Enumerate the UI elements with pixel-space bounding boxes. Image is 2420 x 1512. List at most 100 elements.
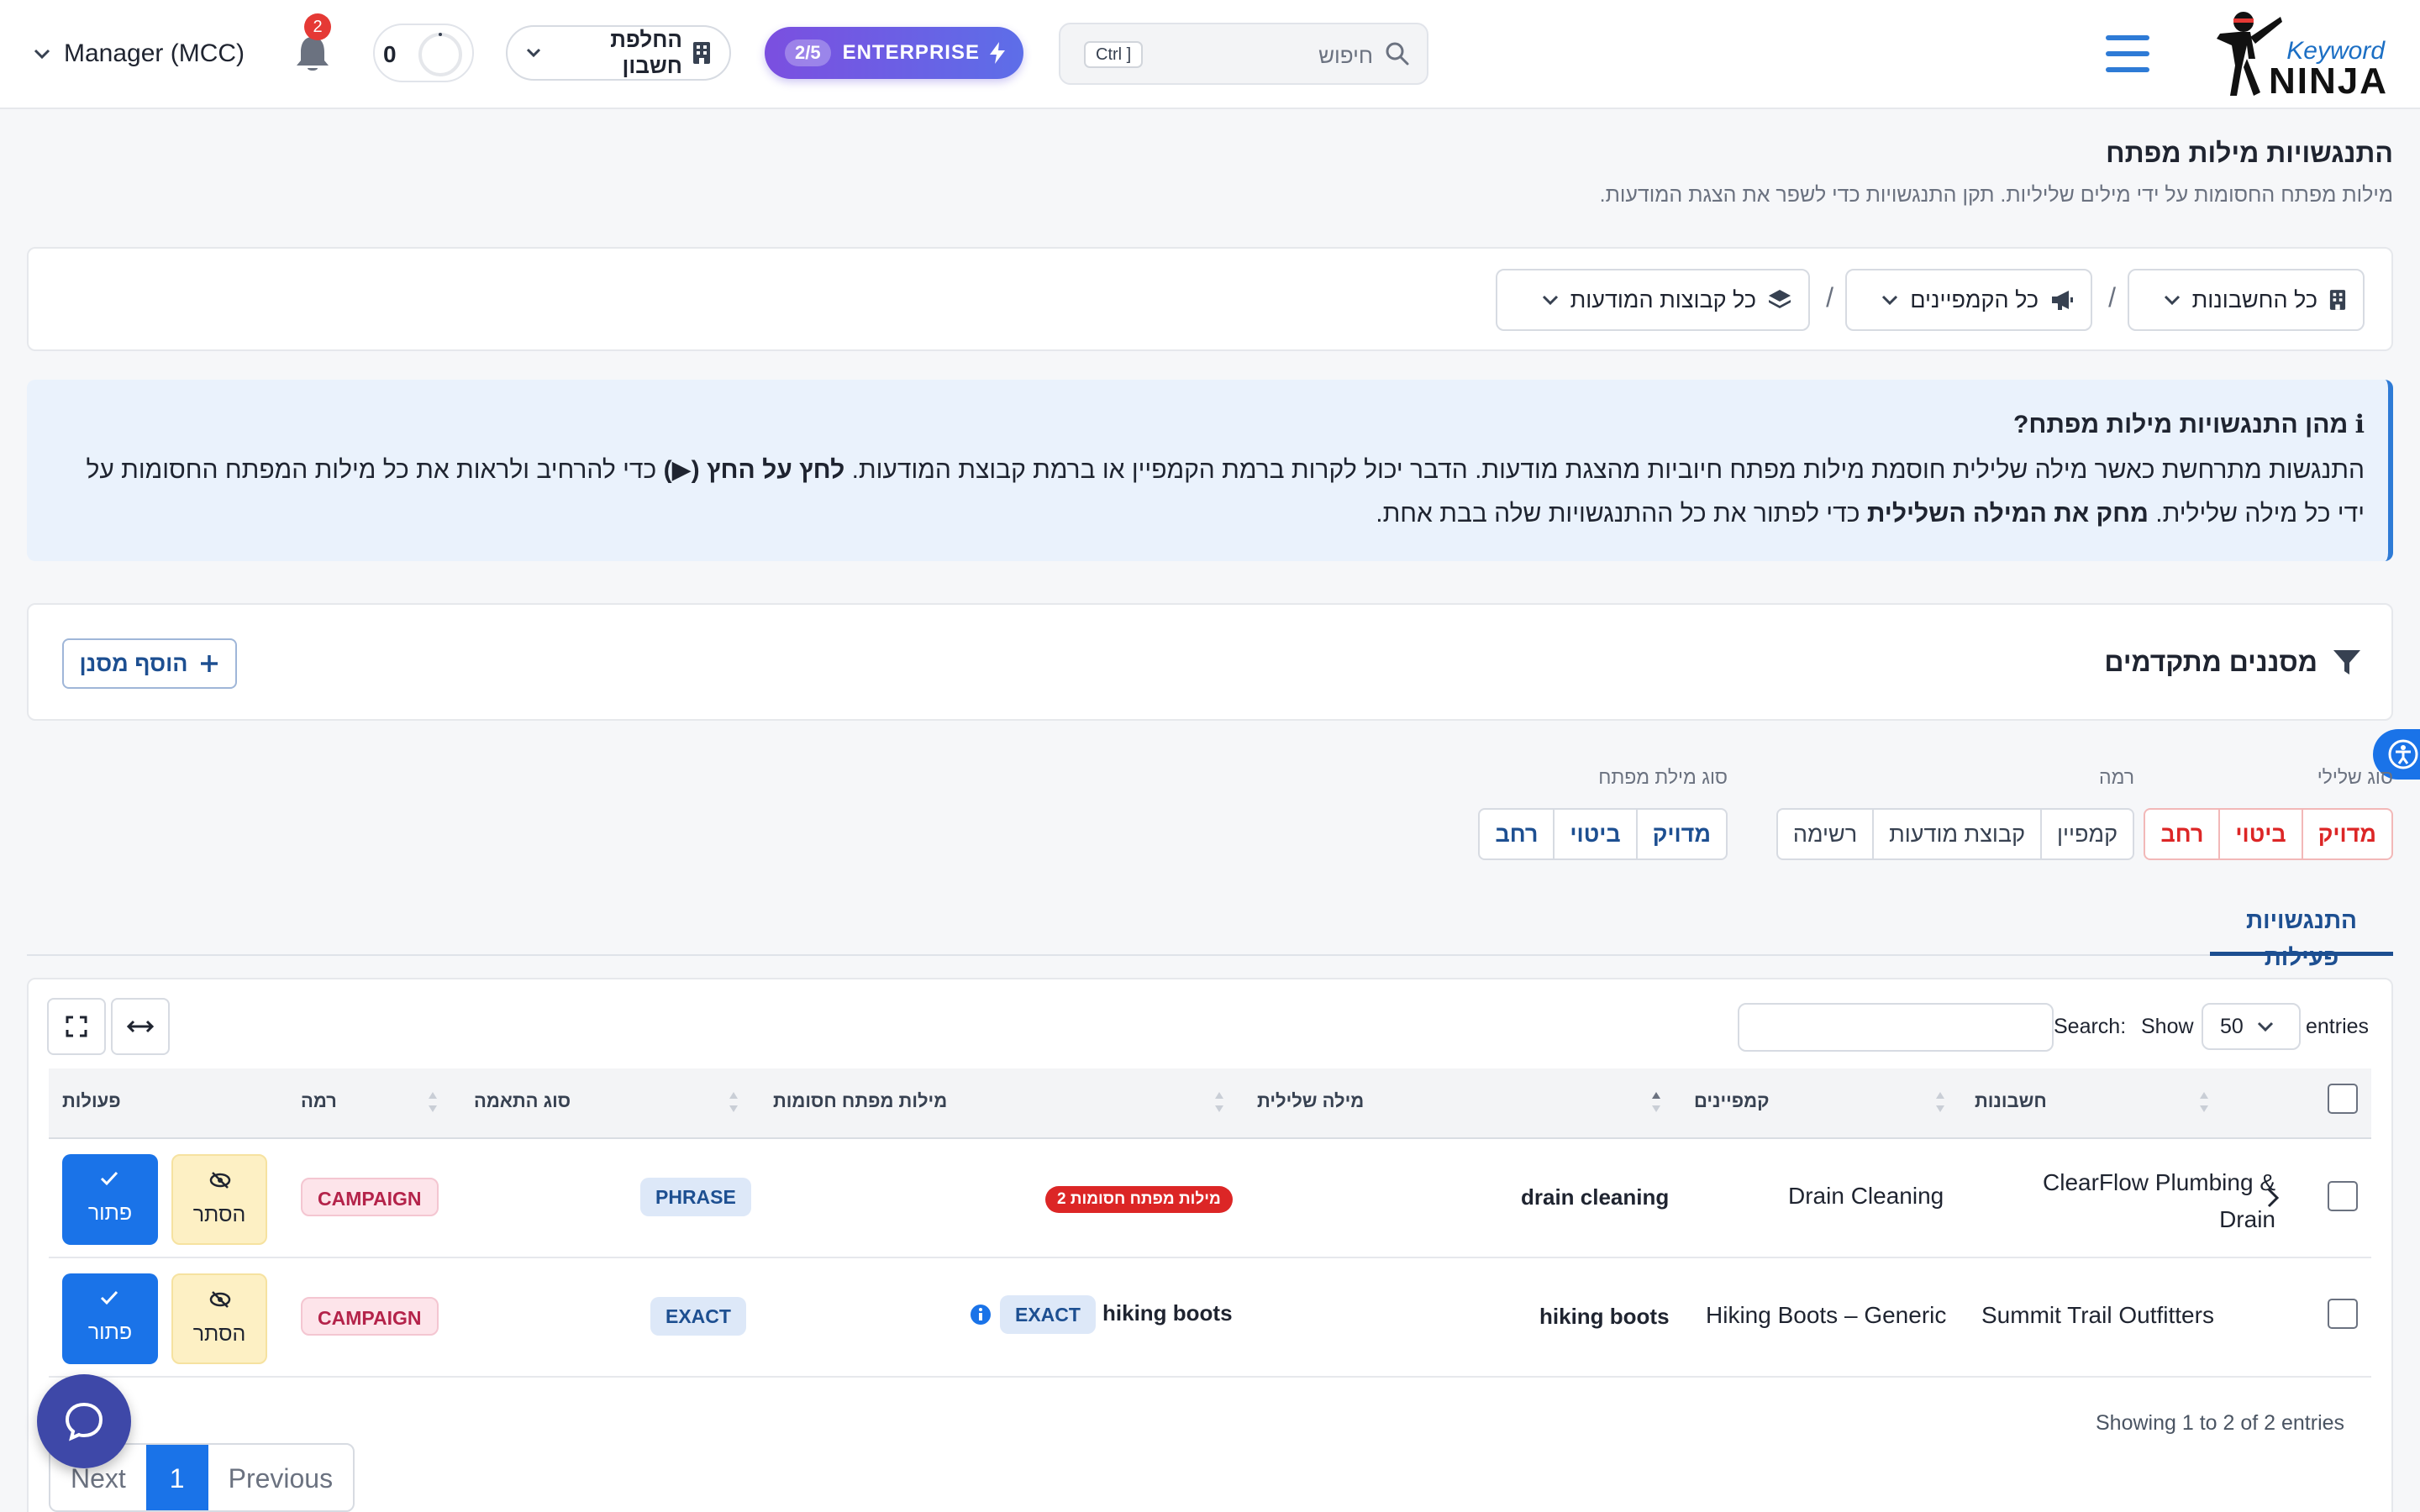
negative-type-phrase-button[interactable]: ביטוי bbox=[2218, 810, 2301, 858]
table-info-text: Showing 1 to 2 of 2 entries bbox=[2096, 1411, 2345, 1435]
page-subtitle: מילות מפתח החסומות על ידי מילים שליליות.… bbox=[1599, 183, 2393, 207]
hide-button[interactable]: הסתר bbox=[171, 1154, 267, 1245]
chevron-down-icon bbox=[1542, 295, 1558, 305]
level-filter: קמפיין קבוצת מודעות רשימה bbox=[1776, 808, 2134, 860]
ad-groups-dropdown[interactable]: כל קבוצות המודעות bbox=[1496, 269, 1810, 331]
table-search-input[interactable] bbox=[1738, 1003, 2054, 1052]
advanced-filters-header[interactable]: מסננים מתקדמים bbox=[2104, 647, 2361, 678]
info-icon[interactable] bbox=[970, 1304, 992, 1326]
add-filter-button[interactable]: הוסף מסנן bbox=[62, 638, 237, 689]
sort-icon bbox=[429, 1092, 437, 1112]
column-header-campaigns[interactable]: קמפיינים bbox=[1694, 1090, 1770, 1112]
account-cell: Summit Trail Outfitters bbox=[1981, 1302, 2214, 1328]
accounts-dropdown-label: כל החשבונות bbox=[2191, 286, 2317, 312]
hamburger-line bbox=[2106, 51, 2149, 56]
tabs-divider bbox=[27, 954, 2393, 956]
search-placeholder: חיפוש bbox=[1318, 43, 1373, 68]
column-header-level[interactable]: רמה bbox=[301, 1090, 337, 1112]
account-cell: ClearFlow Plumbing & Drain bbox=[1981, 1164, 2275, 1238]
keyword-ninja-logo[interactable]: Keyword NINJA bbox=[2200, 5, 2393, 102]
keyword-type-exact-button[interactable]: מדויק bbox=[1635, 810, 1726, 858]
menu-toggle-button[interactable] bbox=[2106, 34, 2149, 74]
previous-page-button[interactable]: Previous bbox=[208, 1445, 353, 1510]
chat-widget-button[interactable] bbox=[37, 1374, 131, 1468]
sort-icon bbox=[1936, 1092, 1944, 1112]
chevron-down-icon bbox=[34, 49, 50, 59]
expand-width-button[interactable] bbox=[111, 998, 170, 1055]
hide-button[interactable]: הסתר bbox=[171, 1273, 267, 1364]
row-checkbox[interactable] bbox=[2328, 1181, 2358, 1211]
sort-icon bbox=[2200, 1092, 2208, 1112]
match-type-badge: EXACT bbox=[650, 1297, 746, 1336]
negative-type-filter: מדויק ביטוי רחב bbox=[2144, 808, 2393, 860]
level-list-button[interactable]: רשימה bbox=[1778, 810, 1872, 858]
chevron-down-icon bbox=[2257, 1021, 2273, 1032]
accounts-dropdown[interactable]: כל החשבונות bbox=[2128, 269, 2365, 331]
blocked-keywords-badge[interactable]: 2 מילות מפתח חסומות bbox=[1045, 1186, 1233, 1213]
logo-ninja-text: NINJA bbox=[2268, 60, 2388, 102]
account-name-line: Drain bbox=[2219, 1206, 2275, 1232]
usage-counter[interactable]: 0 bbox=[373, 24, 474, 82]
column-header-blocked[interactable]: מילות מפתח חסומות bbox=[773, 1090, 947, 1112]
keyword-type-phrase-button[interactable]: ביטוי bbox=[1553, 810, 1635, 858]
tab-active-conflicts[interactable]: התנגשויות פעילות bbox=[2210, 902, 2393, 970]
level-campaign-button[interactable]: קמפיין bbox=[2040, 810, 2133, 858]
usage-counter-value: 0 bbox=[383, 41, 397, 67]
advanced-filters-title: מסננים מתקדמים bbox=[2104, 647, 2317, 677]
fix-button[interactable]: פתור bbox=[62, 1154, 158, 1245]
column-header-match[interactable]: סוג התאמה bbox=[474, 1090, 571, 1112]
level-badge: CAMPAIGN bbox=[301, 1297, 439, 1336]
search-icon bbox=[1386, 42, 1409, 66]
level-label: רמה bbox=[2099, 766, 2134, 788]
select-all-checkbox[interactable] bbox=[2328, 1084, 2358, 1114]
breadcrumb-separator: / bbox=[2108, 282, 2116, 312]
advanced-filters-panel: מסננים מתקדמים הוסף מסנן bbox=[27, 603, 2393, 721]
info-text: התנגשות מתרחשת כאשר מילה שלילית חוסמת מי… bbox=[79, 449, 2365, 536]
fullscreen-button[interactable] bbox=[47, 998, 106, 1055]
fix-button-label: פתור bbox=[87, 1320, 133, 1344]
row-checkbox[interactable] bbox=[2328, 1299, 2358, 1329]
progress-ring-icon bbox=[418, 33, 462, 76]
show-entries-label: Show bbox=[2141, 1015, 2194, 1038]
hamburger-line bbox=[2106, 67, 2149, 72]
column-header-accounts[interactable]: חשבונות bbox=[1975, 1090, 2047, 1112]
check-icon bbox=[100, 1171, 118, 1186]
level-ad-group-button[interactable]: קבוצת מודעות bbox=[1872, 810, 2040, 858]
hamburger-line bbox=[2106, 35, 2149, 40]
entries-per-page-select[interactable]: 50 bbox=[2202, 1003, 2301, 1050]
notifications-button[interactable]: 2 bbox=[294, 13, 331, 74]
campaigns-dropdown[interactable]: כל הקמפיינים bbox=[1845, 269, 2092, 331]
building-icon bbox=[2329, 290, 2346, 310]
sort-icon bbox=[1215, 1092, 1223, 1112]
plan-label: ENTERPRISE bbox=[842, 41, 980, 64]
table-header: חשבונות קמפיינים מילה שלילית מילות מפתח … bbox=[49, 1068, 2371, 1139]
negative-type-broad-button[interactable]: רחב bbox=[2145, 810, 2218, 858]
page-title: התנגשויות מילות מפתח bbox=[2106, 138, 2393, 168]
fix-button-label: פתור bbox=[87, 1201, 133, 1225]
fix-button[interactable]: פתור bbox=[62, 1273, 158, 1364]
sort-ascending-icon bbox=[1652, 1092, 1660, 1112]
switch-account-button[interactable]: החלפת חשבון bbox=[506, 25, 731, 81]
enterprise-plan-badge[interactable]: 2/5 ENTERPRISE bbox=[765, 27, 1023, 79]
chevron-down-icon bbox=[2164, 295, 2180, 305]
chat-bubble-icon bbox=[65, 1402, 103, 1441]
account-name-line: ClearFlow Plumbing & bbox=[2043, 1169, 2275, 1195]
account-menu-button[interactable]: Manager (MCC) bbox=[34, 34, 245, 74]
account-name: Manager (MCC) bbox=[64, 39, 245, 67]
top-navbar: Keyword NINJA חיפוש Ctrl ] 2/5 ENTERPRIS… bbox=[0, 0, 2420, 109]
eye-slash-icon bbox=[209, 1291, 231, 1308]
conflicts-info-box: ℹ מהן התנגשויות מילות מפתח? התנגשות מתרח… bbox=[27, 380, 2393, 561]
notifications-count-badge: 2 bbox=[304, 13, 331, 40]
global-search-input[interactable]: חיפוש Ctrl ] bbox=[1059, 23, 1428, 85]
column-header-negative[interactable]: מילה שלילית bbox=[1257, 1090, 1364, 1112]
info-heading: ℹ מהן התנגשויות מילות מפתח? bbox=[2013, 411, 2365, 438]
plan-usage-count: 2/5 bbox=[785, 39, 831, 66]
negative-type-label: סוג שלילי bbox=[2317, 766, 2393, 788]
negative-keyword-cell: hiking boots bbox=[1539, 1304, 1670, 1329]
negative-type-exact-button[interactable]: מדויק bbox=[2301, 810, 2391, 858]
keyword-type-broad-button[interactable]: רחב bbox=[1480, 810, 1553, 858]
keyword-type-label: סוג מילת מפתח bbox=[1598, 766, 1728, 788]
negative-keyword-cell: drain cleaning bbox=[1521, 1184, 1670, 1210]
page-1-button[interactable]: 1 bbox=[145, 1445, 208, 1510]
info-text-part: כדי לפתור את כל ההתנגשויות שלה בבת אחת. bbox=[1376, 500, 1860, 528]
